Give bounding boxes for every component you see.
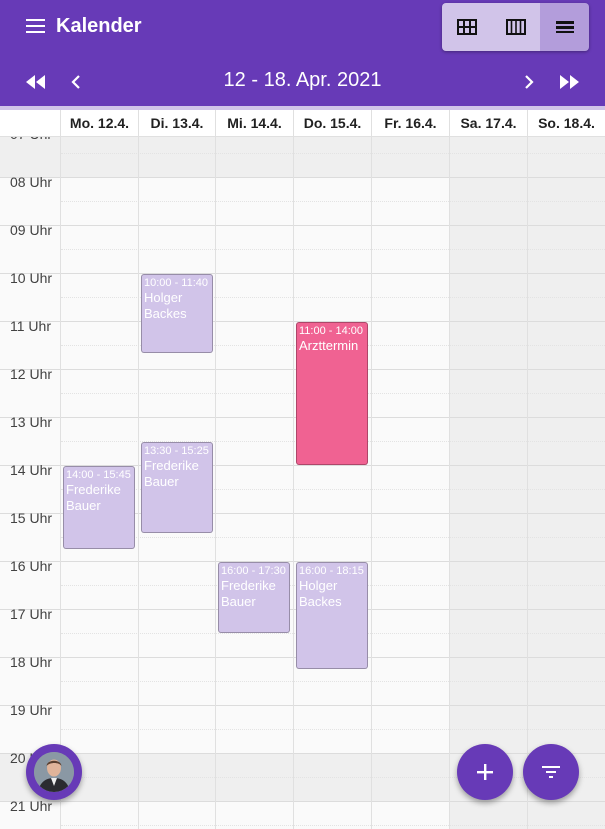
day-header-row: Mo. 12.4. Di. 13.4. Mi. 14.4. Do. 15.4. … [0, 110, 605, 137]
add-event-button[interactable] [457, 744, 513, 800]
day-header[interactable]: Mo. 12.4. [60, 110, 138, 136]
hour-label: 13 Uhr [10, 414, 53, 430]
event-title: Frederike Bauer [144, 458, 199, 489]
column-divider [527, 137, 528, 829]
event-time: 14:00 - 15:45 [66, 469, 131, 481]
event-time: 16:00 - 17:30 [221, 565, 286, 577]
event-time: 11:00 - 14:00 [299, 325, 364, 337]
time-grid[interactable]: 07 Uhr 08 Uhr 09 Uhr 10 Uhr 11 Uhr 12 Uhr 13 U… [0, 137, 605, 829]
hour-label: 08 Uhr [10, 174, 53, 190]
profile-button[interactable] [26, 744, 82, 800]
hour-row[interactable]: 10 Uhr [0, 270, 605, 321]
hour-row[interactable]: 09 Uhr [0, 222, 605, 273]
fast-forward-icon [560, 75, 579, 89]
last-page-button[interactable] [557, 70, 581, 94]
hour-label: 21 Uhr [10, 798, 53, 814]
half-hour-line [61, 153, 605, 154]
hour-row[interactable]: 20 Uhr [0, 750, 605, 801]
calendar-event[interactable]: 10:00 - 11:40 Holger Backes [141, 274, 213, 353]
half-hour-line [61, 681, 605, 682]
event-time: 10:00 - 11:40 [144, 277, 209, 289]
hour-label: 07 Uhr [10, 137, 52, 142]
half-hour-line [61, 537, 605, 538]
column-divider [60, 137, 61, 829]
half-hour-line [61, 825, 605, 826]
column-divider [293, 137, 294, 829]
day-header[interactable]: Do. 15.4. [293, 110, 371, 136]
calendar-event[interactable]: 16:00 - 18:15 Holger Backes [296, 562, 368, 669]
user-avatar-icon [34, 752, 74, 792]
day-header[interactable]: Fr. 16.4. [371, 110, 449, 136]
half-hour-line [61, 729, 605, 730]
hour-row[interactable]: 07 Uhr [0, 137, 605, 177]
column-divider [449, 137, 450, 829]
event-title: Frederike Bauer [221, 578, 276, 609]
event-title: Arzttermin [299, 338, 359, 353]
view-switcher [442, 3, 589, 51]
filter-button[interactable] [523, 744, 579, 800]
day-header[interactable]: Mi. 14.4. [215, 110, 293, 136]
hour-row[interactable]: 21 Uhr [0, 798, 605, 829]
hour-label: 12 Uhr [10, 366, 53, 382]
calendar-event[interactable]: 16:00 - 17:30 Frederike Bauer [218, 562, 290, 633]
plus-icon [477, 764, 493, 780]
hour-label: 10 Uhr [10, 270, 53, 286]
column-divider [138, 137, 139, 829]
month-view-button[interactable] [442, 3, 491, 51]
event-time: 16:00 - 18:15 [299, 565, 364, 577]
date-range-title: 12 - 18. Apr. 2021 [223, 69, 382, 91]
half-hour-line [61, 249, 605, 250]
hour-label: 19 Uhr [10, 702, 53, 718]
list-rows-icon [555, 21, 574, 33]
week-columns-icon [505, 19, 526, 35]
half-hour-line [61, 201, 605, 202]
column-divider [371, 137, 372, 829]
calendar-event[interactable]: 11:00 - 14:00 Arzttermin [296, 322, 368, 465]
day-header[interactable]: Sa. 17.4. [449, 110, 527, 136]
next-week-button[interactable] [517, 70, 541, 94]
event-title: Holger Backes [144, 290, 187, 321]
app-bar: Kalender 12 - 18. Apr. 2021 [0, 0, 605, 106]
week-view-button[interactable] [491, 3, 540, 51]
calendar-event[interactable]: 13:30 - 15:25 Frederike Bauer [141, 442, 213, 533]
chevron-right-icon [525, 75, 534, 89]
hour-label: 17 Uhr [10, 606, 53, 622]
day-header[interactable]: So. 18.4. [527, 110, 605, 136]
hour-label: 14 Uhr [10, 462, 53, 478]
column-divider [215, 137, 216, 829]
app-title: Kalender [56, 15, 142, 37]
day-header[interactable]: Di. 13.4. [138, 110, 215, 136]
month-grid-icon [456, 19, 477, 35]
list-view-button[interactable] [540, 3, 589, 51]
menu-icon[interactable] [26, 16, 46, 36]
event-time: 13:30 - 15:25 [144, 445, 209, 457]
hour-row[interactable]: 19 Uhr [0, 702, 605, 753]
hour-row[interactable]: 08 Uhr [0, 174, 605, 225]
hour-label: 18 Uhr [10, 654, 53, 670]
hour-label: 11 Uhr [10, 318, 51, 334]
hour-label: 09 Uhr [10, 222, 53, 238]
hour-label: 15 Uhr [10, 510, 53, 526]
event-title: Frederike Bauer [66, 482, 121, 513]
event-title: Holger Backes [299, 578, 342, 609]
filter-icon [542, 766, 560, 778]
calendar-event[interactable]: 14:00 - 15:45 Frederike Bauer [63, 466, 135, 549]
hour-label: 16 Uhr [10, 558, 53, 574]
